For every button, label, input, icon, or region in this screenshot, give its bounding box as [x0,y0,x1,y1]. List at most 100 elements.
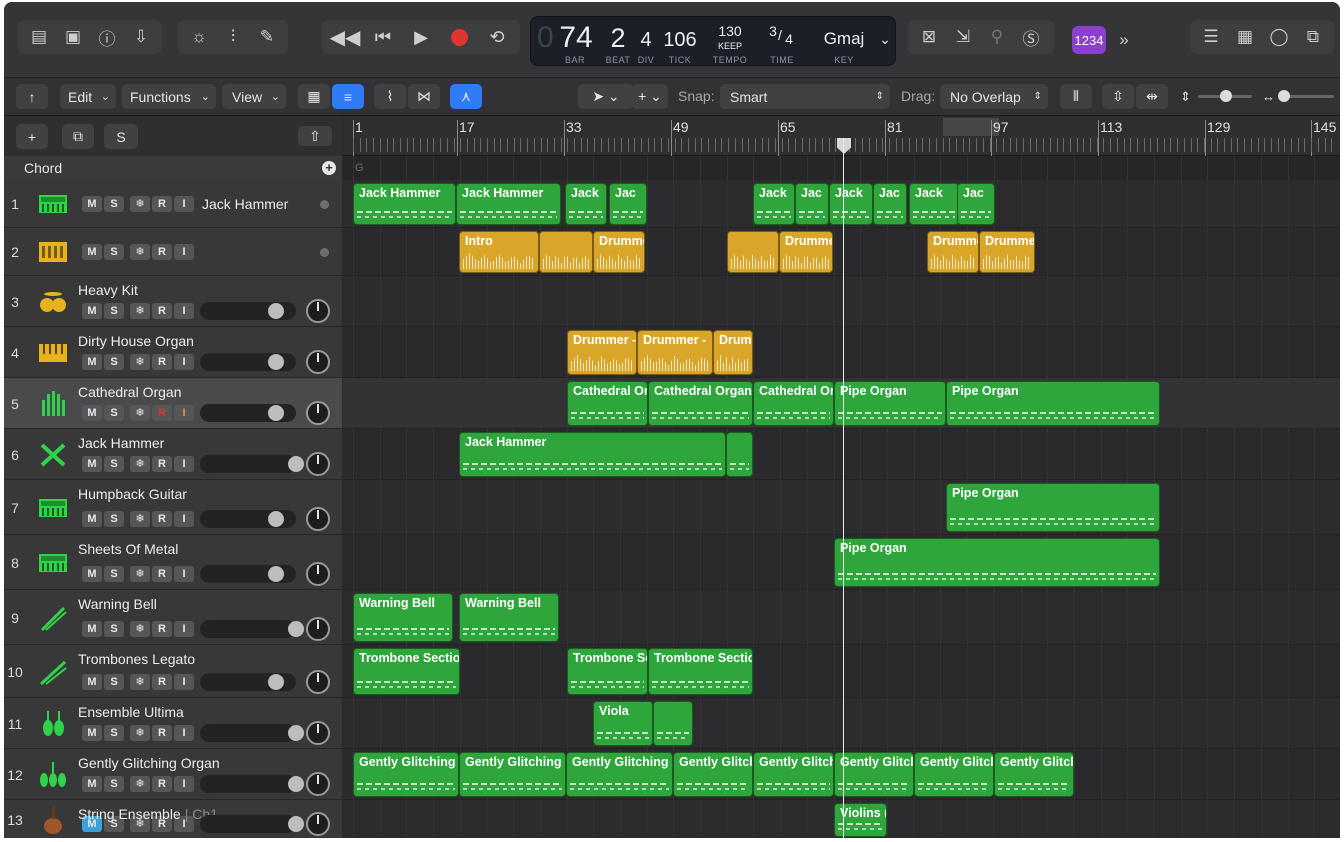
midi-region[interactable]: Jack Hammer [456,183,561,225]
duplicate-track-icon[interactable]: ⧉ [62,124,94,149]
mute-button[interactable]: M [82,621,102,637]
record-enable-button[interactable]: R [152,303,172,319]
solo-button[interactable]: S [104,196,124,212]
midi-region[interactable]: Gently Glitching O [459,752,566,797]
freeze-button[interactable]: ❄ [130,566,150,582]
pan-knob[interactable] [306,721,330,745]
volume-fader-knob[interactable] [268,566,284,582]
midi-region[interactable]: Jack [753,183,795,225]
arrange-area[interactable]: 1 17 33 49 65 81 97 113 129 145 G Jack Hammer Jack… [343,116,1340,838]
notepad-icon[interactable]: ▦ [1228,20,1262,54]
pan-knob[interactable] [306,299,330,323]
midi-region[interactable]: Gently Glitchi [914,752,994,797]
midi-region[interactable]: Warning Bell [459,593,559,642]
track-name[interactable]: Trombones Legato [78,651,195,667]
record-enable-button[interactable]: R [152,354,172,370]
midi-region[interactable]: Jack Hammer [353,183,456,225]
freeze-button[interactable]: ❄ [130,244,150,260]
freeze-button[interactable]: ❄ [130,776,150,792]
list-view-icon[interactable]: ≡ [332,84,364,109]
solo-button[interactable]: S [104,303,124,319]
keyboard-icon[interactable] [34,336,72,370]
midi-region[interactable]: Jac [957,183,995,225]
global-solo-button[interactable]: S [104,124,138,149]
more-chevron-icon[interactable]: » [1112,26,1136,54]
mute-button[interactable]: M [82,566,102,582]
edit-menu[interactable]: Edit ⌄ [60,84,116,109]
midi-region[interactable]: Jack [565,183,607,225]
record-enable-button[interactable]: R [152,456,172,472]
track-name[interactable]: Ensemble Ultima [78,704,184,720]
solo-mode-icon[interactable]: Ⓢ [1014,20,1048,54]
vertical-fit-icon[interactable]: ⇳ [1102,84,1134,109]
midi-region[interactable]: Viola [593,701,653,746]
volume-fader[interactable] [200,775,304,793]
mute-button[interactable]: M [82,456,102,472]
solo-button[interactable]: S [104,456,124,472]
midi-region[interactable]: Pipe Organ [946,483,1160,532]
synth-icon[interactable] [34,546,72,580]
solo-button[interactable]: S [104,674,124,690]
audio-region[interactable]: Intro [459,231,539,273]
autopunch-icon[interactable]: ⊠ [912,20,946,54]
input-monitor-button[interactable]: I [174,244,194,260]
track-name[interactable]: Dirty House Organ [78,333,194,349]
add-track-icon[interactable]: + [16,124,48,149]
mute-button[interactable]: M [82,244,102,260]
midi-region[interactable]: Trombone Section [648,648,753,695]
waveform-zoom-icon[interactable]: ⦀ [1060,84,1092,109]
go-to-start-icon[interactable]: ⏮ [364,20,402,54]
mute-button[interactable]: M [82,776,102,792]
record-enable-button[interactable]: R [152,244,172,260]
freeze-button[interactable]: ❄ [130,621,150,637]
volume-fader-knob[interactable] [268,511,284,527]
midi-region[interactable]: Jac [873,183,907,225]
audio-region[interactable]: Drummer - Hard R [593,231,645,273]
midi-region[interactable]: Jack [829,183,873,225]
track-name[interactable]: Sheets Of Metal [78,541,178,557]
midi-region[interactable]: Cathedral Organ [648,381,753,426]
synth-icon[interactable] [34,491,72,525]
synth-icon[interactable] [34,187,72,221]
midi-region[interactable]: Trombone Section [353,648,460,695]
volume-fader[interactable] [200,353,296,371]
mute-button[interactable]: M [82,303,102,319]
freeze-button[interactable]: ❄ [130,354,150,370]
pan-knob[interactable] [306,401,330,425]
solo-button[interactable]: S [104,725,124,741]
input-monitor-button[interactable]: I [174,354,194,370]
quick-help-icon[interactable]: ⓘ [90,20,124,54]
volume-fader-knob[interactable] [288,725,304,741]
track-header[interactable]: 9 M S ❄ R I Warning Bell [4,590,342,645]
track-name[interactable]: Humpback Guitar [78,486,187,502]
lcd-menu-chevron-icon[interactable]: ⌄ [877,31,893,48]
track-header[interactable]: 11 M S ❄ R I Ensemble Ultima [4,698,342,749]
cycle-icon[interactable]: ⟲ [478,20,516,54]
track-lane[interactable] [343,480,1340,535]
midi-region[interactable]: Pipe Organ [834,381,946,426]
record-enable-button[interactable]: R [152,196,172,212]
mute-button[interactable]: M [82,196,102,212]
track-header[interactable]: 5 M S ❄ R I Cathedral Organ [4,378,342,429]
view-menu[interactable]: View ⌄ [222,84,286,109]
horizontal-zoom-knob[interactable] [1278,90,1290,102]
midi-region[interactable]: Warning Bell [353,593,453,642]
drum-machine-icon[interactable] [34,235,72,269]
midi-region[interactable]: Trombone Se [567,648,648,695]
inspector-icon[interactable]: ▣ [56,20,90,54]
volume-fader[interactable] [200,302,296,320]
track-header[interactable]: 6 M S ❄ R I Jack Hammer [4,429,342,480]
mute-button[interactable]: M [82,354,102,370]
solo-button[interactable]: S [104,244,124,260]
chord-lane[interactable]: G [343,156,1340,180]
track-header[interactable]: 10 M S ❄ R I Trombones Legato [4,645,342,698]
freeze-button[interactable]: ❄ [130,405,150,421]
track-lane[interactable] [343,276,1340,327]
volume-fader-knob[interactable] [288,776,304,792]
pan-knob[interactable] [306,772,330,796]
add-chord-icon[interactable]: + [322,161,336,175]
flex-icon[interactable]: ⋈ [408,84,440,109]
audio-region[interactable]: Drumme [927,231,979,273]
midi-region[interactable]: Jack [909,183,959,225]
snap-select[interactable]: Smart ⇕ [720,84,890,109]
